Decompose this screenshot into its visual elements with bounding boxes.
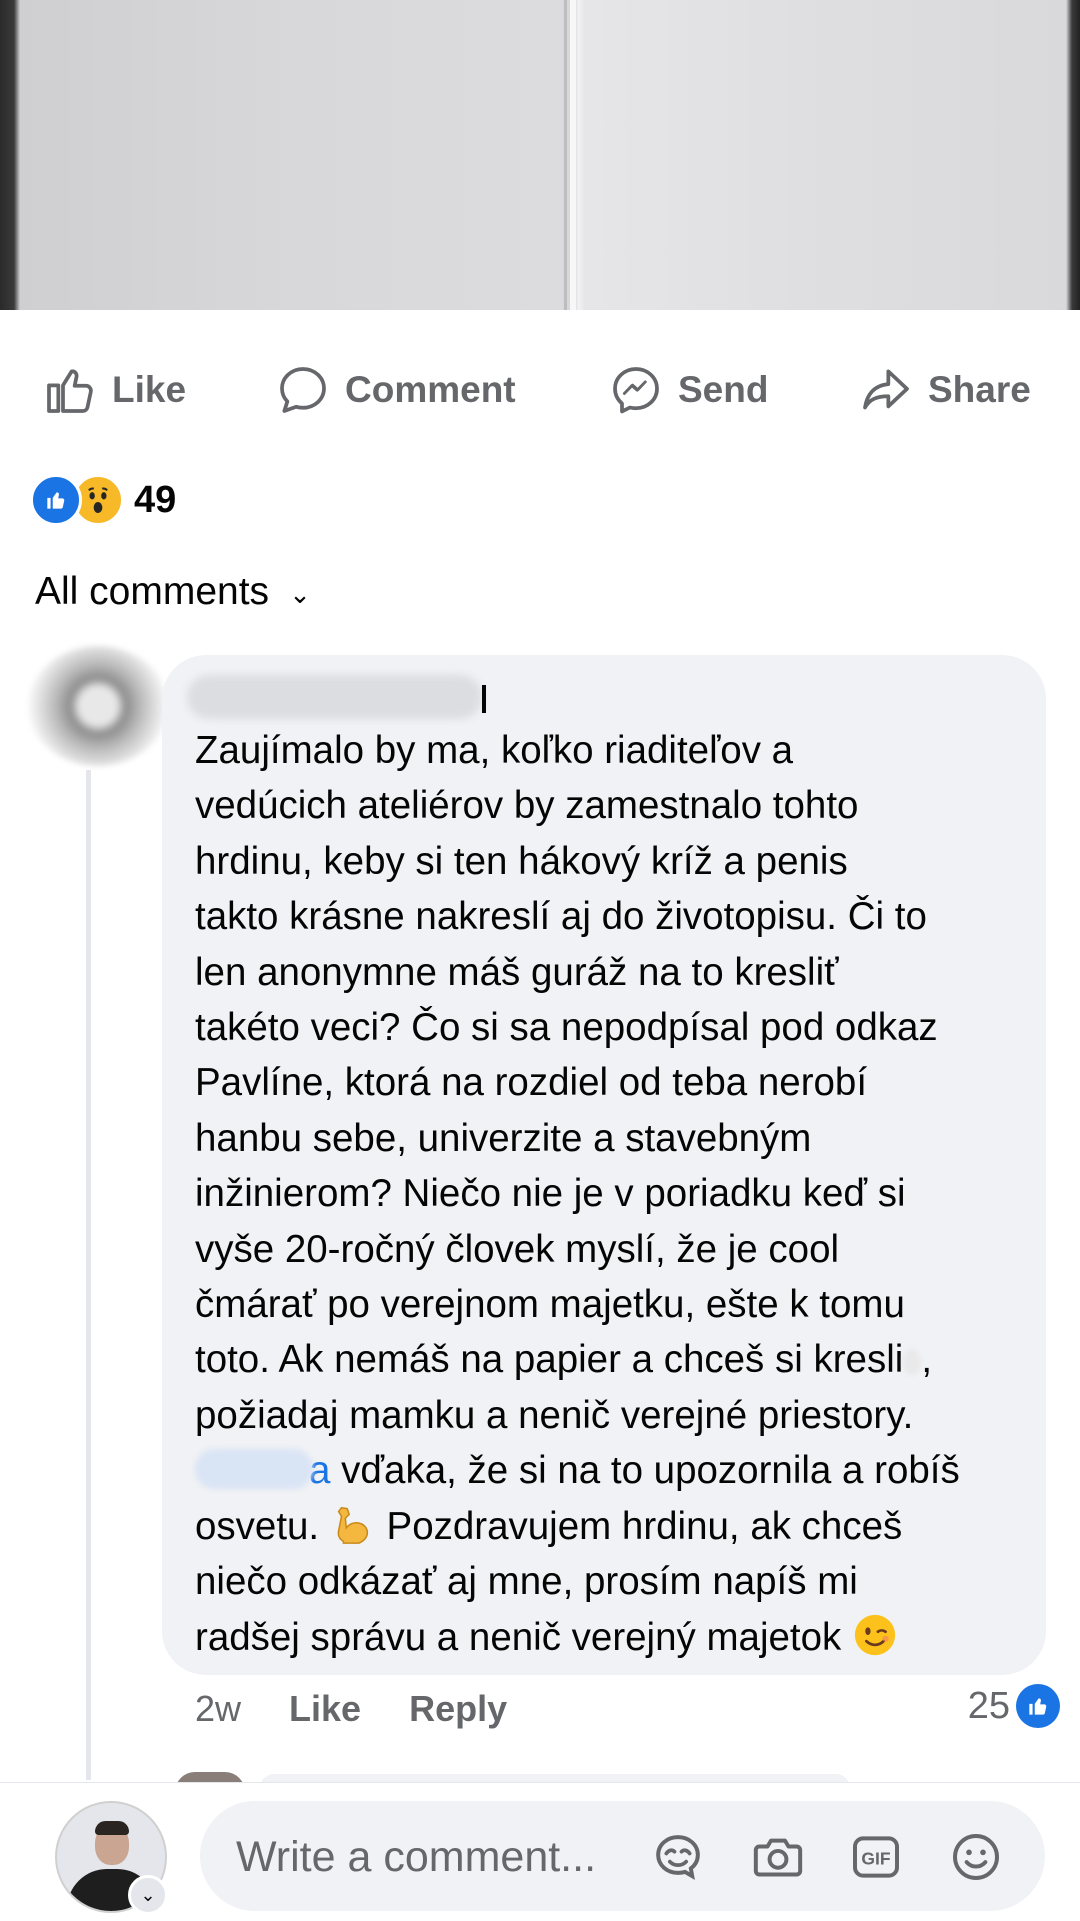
thread-line <box>86 770 91 1780</box>
comments-filter-dropdown[interactable]: All comments ⌄ <box>35 570 311 614</box>
send-label: Send <box>678 369 769 410</box>
winking-face-emoji <box>854 1614 896 1655</box>
comments-filter-label: All comments <box>35 570 270 613</box>
comment-line: takéto veci? Čo si sa nepodpísal pod odk… <box>195 1006 938 1050</box>
comment-line: len anonymne máš guráž na to kresliť <box>195 950 839 994</box>
comment-line: osvetu. Pozdravujem hrdinu, ak chceš <box>195 1499 1025 1554</box>
comment-line: toto. Ak nemáš na papier a chceš si kres… <box>195 1338 933 1382</box>
photo-detail <box>564 0 567 310</box>
comment-label: Comment <box>345 369 516 410</box>
comment-line: Zaujímalo by ma, koľko riaditeľov a <box>195 729 794 772</box>
comment-bubble-icon <box>280 367 326 413</box>
comment-like-number: 25 <box>967 1684 1010 1727</box>
comment-line: niečo odkázať aj mne, prosím napíš mi <box>195 1560 858 1604</box>
comment-line: hrdinu, keby si ten hákový kríž a penis <box>195 839 848 883</box>
commenter-name[interactable] <box>187 675 482 719</box>
mention-link[interactable] <box>195 1449 313 1490</box>
obscured-text <box>903 1349 922 1376</box>
photo-detail <box>570 0 576 310</box>
comment-button[interactable]: Comment <box>275 350 516 430</box>
chevron-down-icon[interactable]: ⌄ <box>128 1875 168 1915</box>
comment-line: vedúcich ateliérov by zamestnalo tohto <box>195 784 859 828</box>
comment-line: požiadaj mamku a nenič verejné priestory… <box>195 1393 914 1437</box>
comment-line: a vďaka, že si na to upozornila a robíš <box>195 1443 1025 1498</box>
comment-line: inžinierom? Niečo nie je v poriadku keď … <box>195 1172 906 1216</box>
thumbs-up-icon <box>47 369 93 413</box>
reaction-count: 49 <box>134 478 177 521</box>
share-button[interactable]: Share <box>858 350 1031 430</box>
chevron-down-icon: ⌄ <box>289 578 311 609</box>
avatar-sticker-icon[interactable] <box>650 1829 706 1885</box>
comment-like-button[interactable]: Like <box>289 1688 361 1730</box>
comment-line: hanbu sebe, univerzite a stavebným <box>195 1116 812 1160</box>
comment-like-count[interactable]: 25 <box>968 1684 1060 1728</box>
comment-input-placeholder: Write a comment... <box>236 1833 597 1881</box>
svg-text:GIF: GIF <box>861 1849 890 1869</box>
comment-meta: 2w Like Reply <box>195 1688 507 1730</box>
like-reaction-icon <box>1016 1684 1060 1728</box>
comment-composer: ⌄ Write a comment... GIF <box>0 1782 1080 1921</box>
emoji-icon[interactable] <box>948 1829 1004 1885</box>
post-photo[interactable] <box>0 0 1080 310</box>
comment-line: radšej správu a nenič verejný majetok <box>195 1610 1025 1665</box>
post-action-bar: Like Comment Send Share <box>0 350 1080 430</box>
flexed-biceps-emoji <box>337 1506 368 1544</box>
commenter-avatar[interactable] <box>28 646 168 766</box>
gif-icon[interactable]: GIF <box>848 1829 904 1885</box>
share-label: Share <box>928 369 1031 410</box>
like-button[interactable]: Like <box>42 350 186 430</box>
commenter-name-tail <box>482 685 486 713</box>
send-button[interactable]: Send <box>608 350 768 430</box>
reaction-summary[interactable]: 49 <box>30 474 176 526</box>
comment-line: takto krásne nakreslí aj do životopisu. … <box>195 895 927 939</box>
comment-input[interactable]: Write a comment... GIF <box>200 1801 1045 1911</box>
like-label: Like <box>112 369 187 410</box>
comment-time[interactable]: 2w <box>195 1688 241 1730</box>
comment-text: Zaujímalo by ma, koľko riaditeľov a vedú… <box>195 723 1025 1665</box>
comment-line: vyše 20-ročný človek myslí, že je cool <box>195 1227 840 1271</box>
comment-line: čmárať po verejnom majetku, ešte k tomu <box>195 1283 905 1327</box>
messenger-icon <box>613 367 659 414</box>
comment-reply-button[interactable]: Reply <box>409 1688 507 1730</box>
share-arrow-icon <box>863 369 909 410</box>
like-reaction-icon <box>30 474 82 526</box>
camera-icon[interactable] <box>750 1829 806 1885</box>
comment-bubble[interactable]: Zaujímalo by ma, koľko riaditeľov a vedú… <box>162 655 1046 1675</box>
comment-line: Pavlíne, ktorá na rozdiel od teba nerobí <box>195 1061 868 1105</box>
